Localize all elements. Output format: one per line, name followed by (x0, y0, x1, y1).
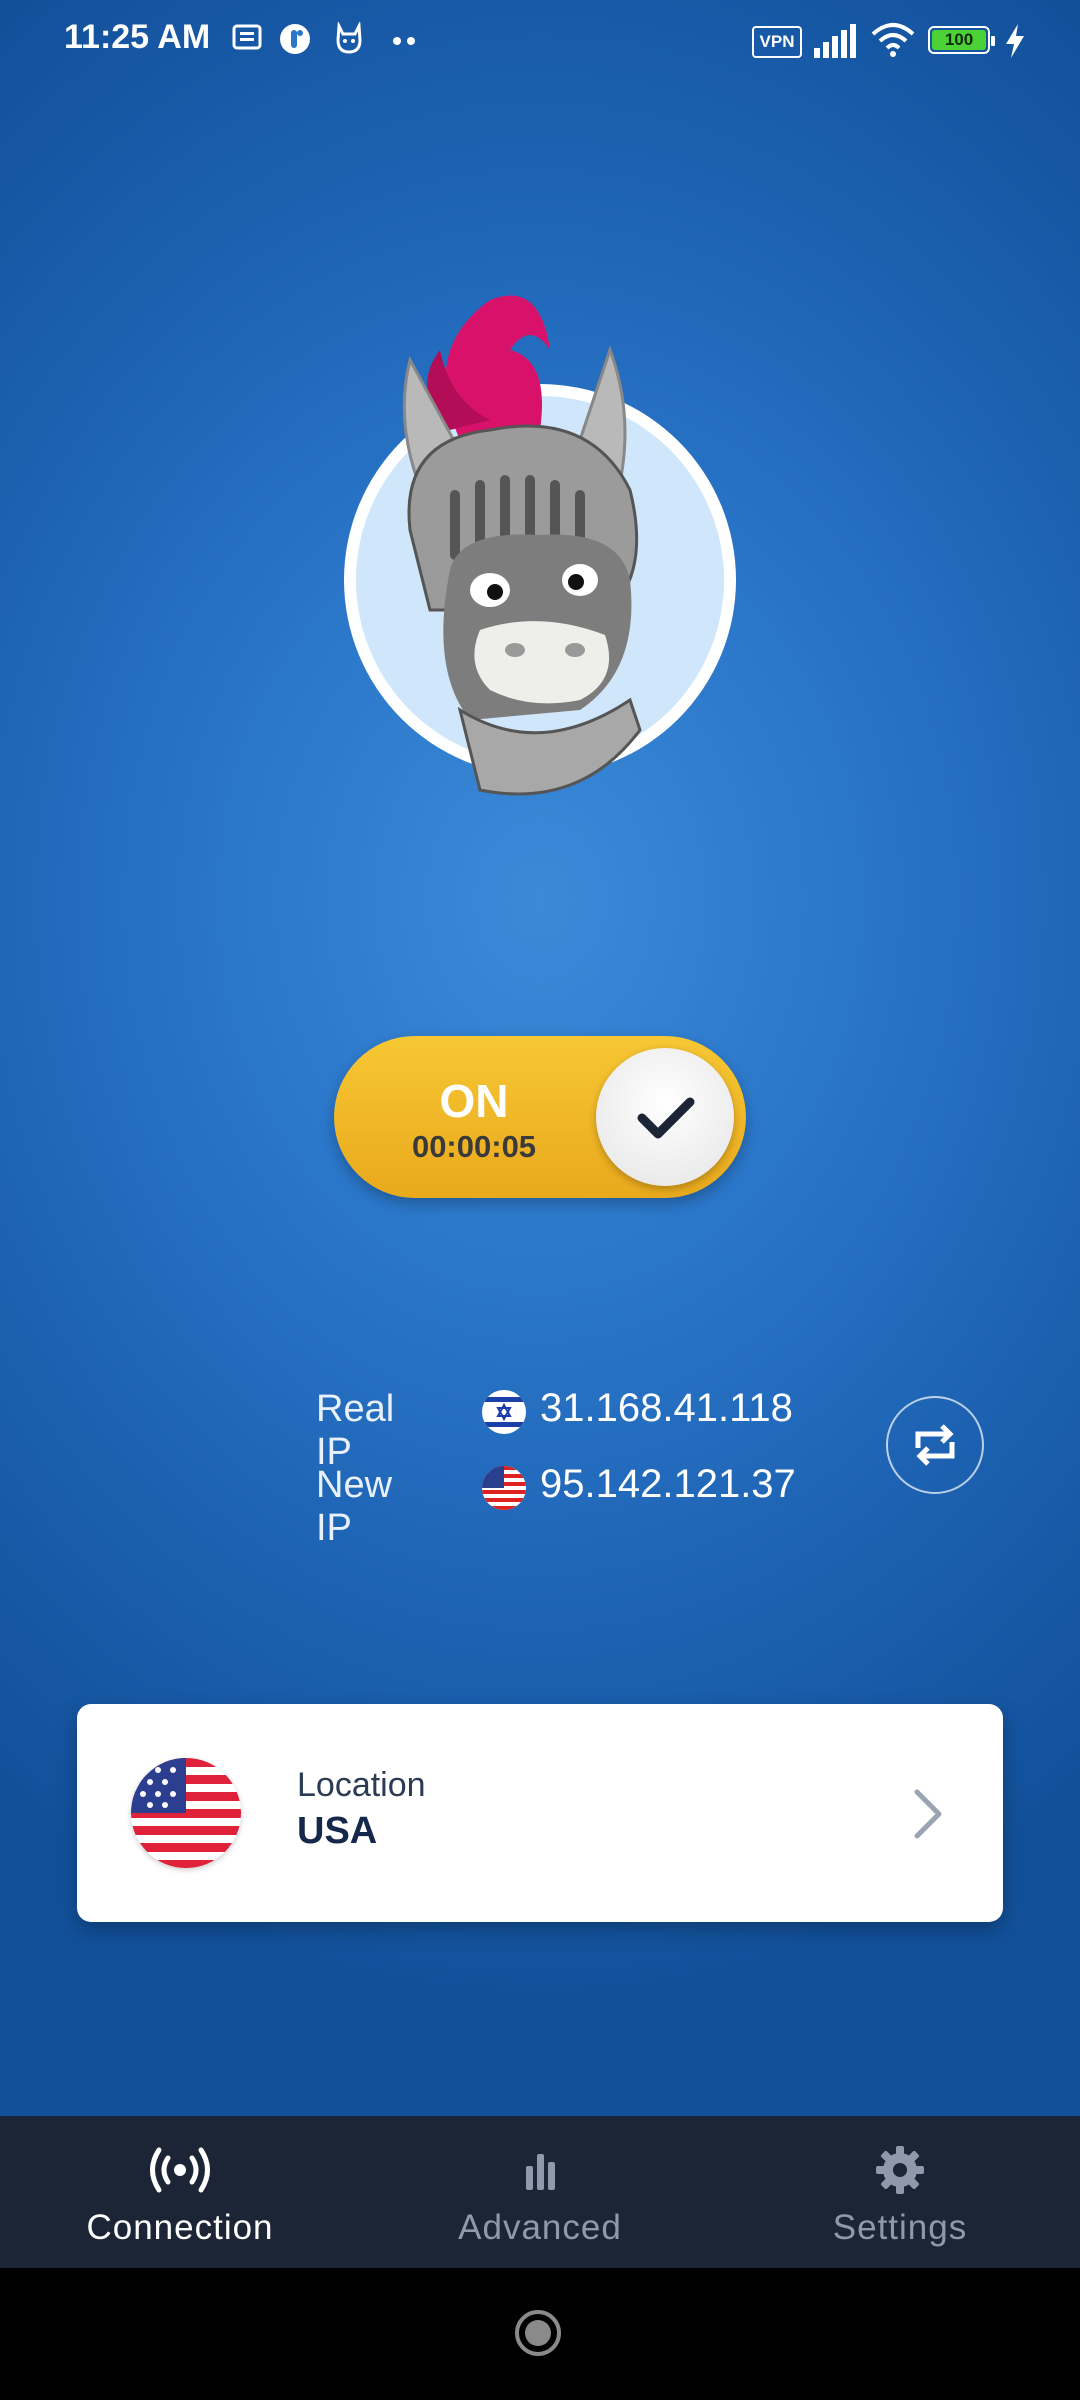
usa-flag-icon (131, 1758, 241, 1868)
vpn-toggle[interactable]: ON 00:00:05 (334, 1036, 746, 1198)
charging-icon (1006, 24, 1024, 58)
usa-flag-icon (482, 1466, 526, 1510)
refresh-ip-button[interactable] (886, 1396, 984, 1494)
tab-settings[interactable]: Settings (720, 2116, 1080, 2268)
bar-chart-icon (526, 2154, 555, 2190)
real-ip-label: Real IP (316, 1388, 395, 1473)
cat-icon (336, 22, 362, 54)
knight-donkey-mascot (344, 295, 736, 796)
gear-icon (876, 2146, 924, 2194)
israel-flag-icon (482, 1390, 526, 1434)
status-bar: 11:25 AM VPN 100 (0, 0, 1080, 84)
tab-connection[interactable]: Connection (0, 2116, 360, 2268)
refresh-icon (915, 1424, 955, 1466)
location-card[interactable]: Location USA (77, 1704, 1003, 1922)
tab-advanced-label: Advanced (458, 2208, 622, 2247)
battery-level: 100 (932, 30, 986, 50)
connection-timer: 00:00:05 (411, 1129, 537, 1164)
tab-advanced[interactable]: Advanced (360, 2116, 720, 2268)
new-ip-value: 95.142.121.37 (540, 1462, 796, 1506)
battery-icon: 100 (928, 26, 995, 54)
app-icon (280, 24, 310, 54)
signal-icon (814, 24, 856, 58)
status-time: 11:25 AM (64, 18, 211, 56)
wifi-icon (871, 23, 915, 57)
real-ip-value: 31.168.41.118 (540, 1386, 793, 1430)
chevron-right-icon (914, 1789, 942, 1839)
news-icon (232, 24, 262, 50)
location-caption: Location (297, 1766, 426, 1804)
location-value: USA (297, 1810, 378, 1852)
bottom-nav: Connection Advanced Settings (0, 2116, 1080, 2268)
toggle-knob[interactable] (596, 1048, 734, 1186)
more-dots-icon (393, 37, 415, 45)
app-screen: 11:25 AM VPN 100 ON 00:00:05 Real IP 31.… (0, 0, 1080, 2116)
toggle-state-label: ON (439, 1075, 509, 1127)
new-ip-label: New IP (316, 1464, 393, 1549)
system-nav-bar (0, 2268, 1080, 2400)
tab-settings-label: Settings (832, 2208, 968, 2247)
home-button[interactable] (515, 2310, 561, 2356)
tab-connection-label: Connection (86, 2208, 274, 2247)
vpn-key-icon: VPN (752, 26, 802, 58)
broadcast-icon (150, 2147, 210, 2193)
checkmark-icon (637, 1097, 695, 1139)
